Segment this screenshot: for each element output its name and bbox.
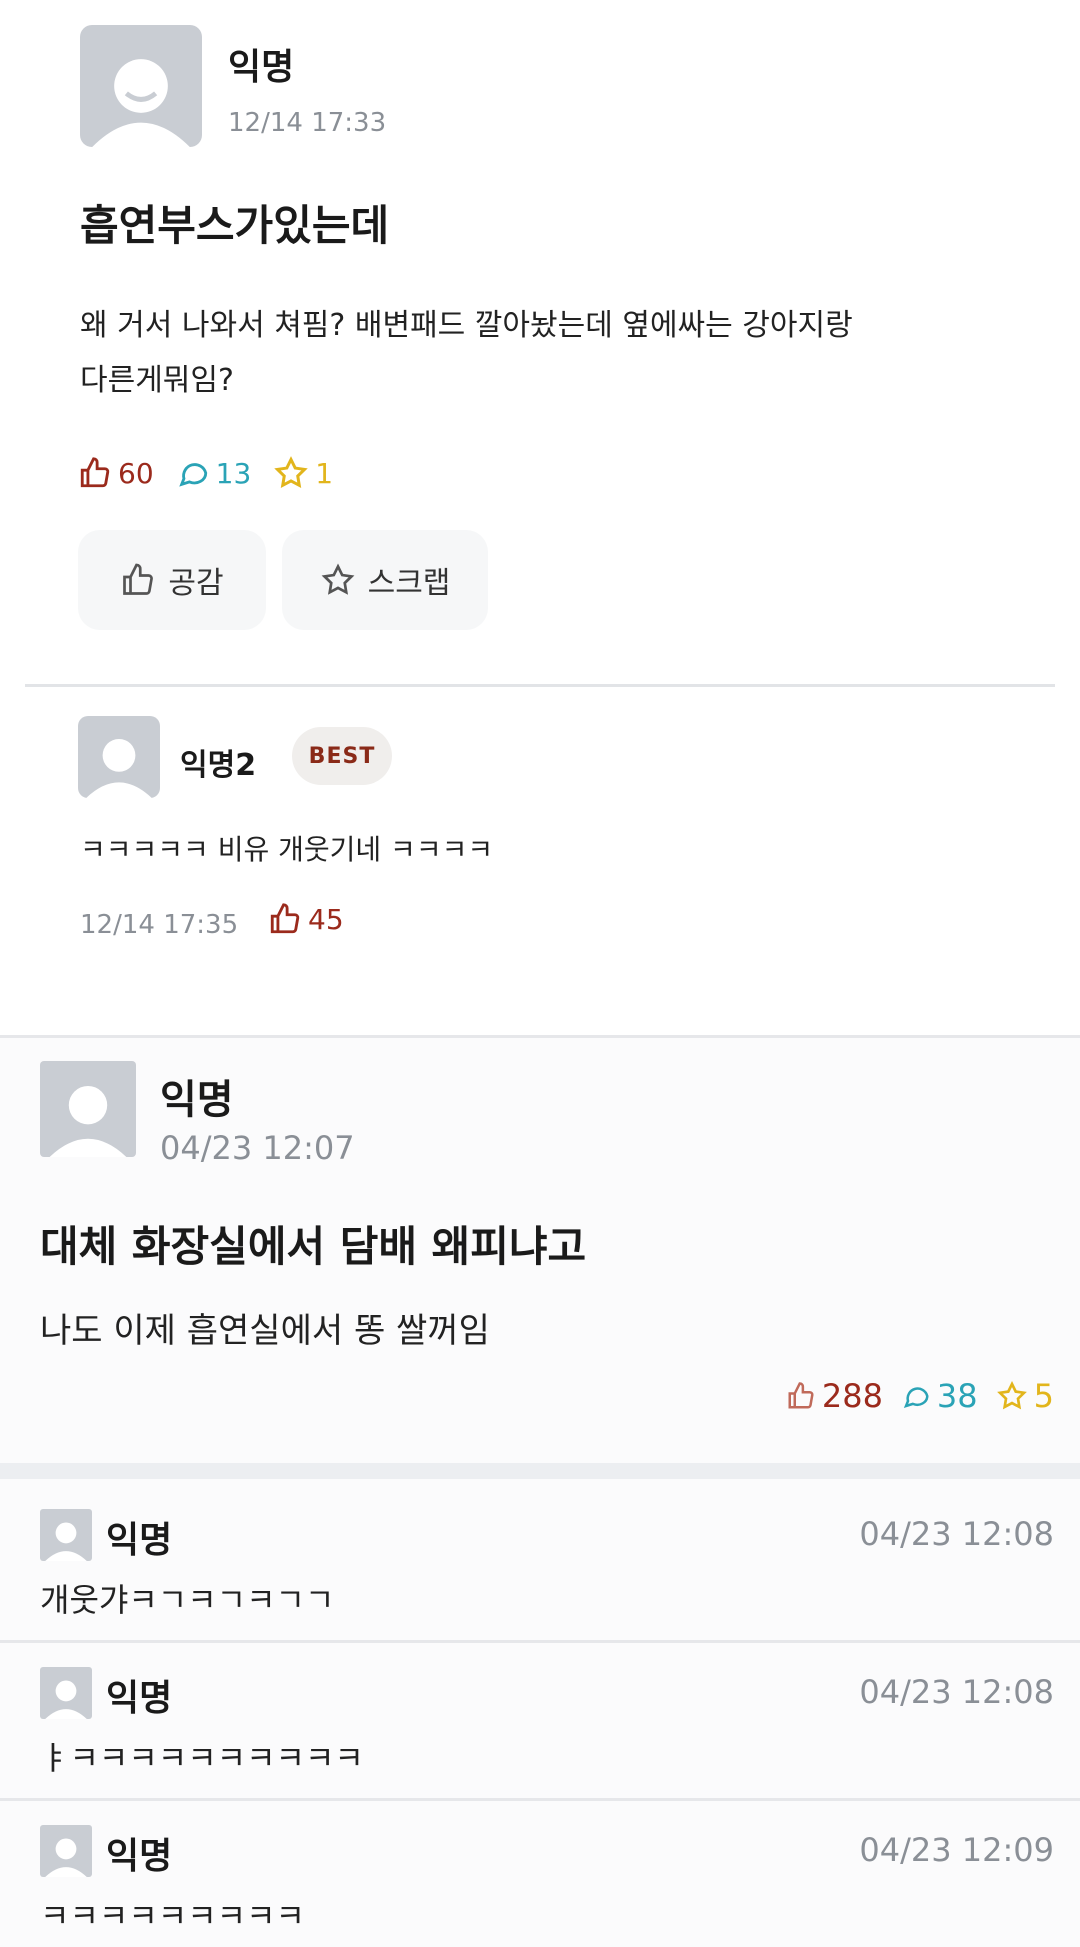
comment-author: 익명	[106, 1678, 173, 1719]
speech-bubble-icon	[178, 463, 207, 487]
post-body: 나도 이제 흡연실에서 똥 쌀꺼임	[40, 1311, 490, 1351]
post-body-line2: 다른게뭐임?	[80, 363, 234, 398]
thumbs-up-icon	[123, 563, 154, 595]
post-title: 대체 화장실에서 담배 왜피냐고	[40, 1222, 587, 1271]
comment-author: 익명2	[180, 748, 257, 783]
thumbs-up-icon	[788, 1382, 814, 1409]
post-datetime: 12/14 17:33	[228, 108, 387, 138]
comment-like-count[interactable]: 45	[268, 902, 344, 936]
comment-text: ㅋㅋㅋㅋㅋ 비유 개웃기네 ㅋㅋㅋㅋ	[80, 833, 494, 866]
comment-separator	[0, 1640, 1080, 1643]
avatar	[40, 1061, 136, 1157]
comment-separator	[0, 1798, 1080, 1801]
comment-text: ㅋㅋㅋㅋㅋㅋㅋㅋㅋ	[40, 1897, 305, 1935]
avatar	[40, 1667, 92, 1719]
post-title: 흡연부스가있는데	[80, 201, 390, 250]
comment-avatar	[78, 716, 160, 798]
user-avatar-icon	[45, 1522, 87, 1561]
post-stats: 288 38 5	[786, 1377, 1054, 1415]
post-body-line1: 왜 거서 나와서 쳐핌? 배변패드 깔아놨는데 옆에싸는 강아지랑	[80, 308, 853, 343]
scrap-count: 5	[996, 1377, 1054, 1415]
like-button[interactable]: 공감	[78, 530, 266, 630]
post-author: 익명	[160, 1077, 234, 1123]
comment-datetime: 04/23 12:08	[859, 1673, 1054, 1711]
section-divider	[25, 684, 1055, 687]
comment-count: 38	[901, 1377, 978, 1415]
best-badge: BEST	[292, 727, 392, 785]
section-band	[0, 1463, 1080, 1479]
comment-author: 익명	[106, 1520, 173, 1561]
avatar	[40, 1509, 92, 1561]
like-count: 60	[78, 455, 154, 491]
comment-datetime: 04/23 12:08	[859, 1515, 1054, 1553]
user-avatar-icon	[49, 1085, 127, 1157]
comment-datetime: 12/14 17:35	[80, 910, 239, 940]
top-border	[0, 1035, 1080, 1038]
thumbs-up-icon	[80, 457, 110, 488]
post-author: 익명	[228, 47, 295, 88]
star-icon	[274, 456, 308, 489]
avatar	[80, 25, 202, 147]
user-avatar-icon	[92, 59, 190, 147]
star-icon	[321, 563, 354, 595]
like-count: 288	[786, 1377, 883, 1415]
second-screenshot: 익명 04/23 12:07 대체 화장실에서 담배 왜피냐고 나도 이제 흡연…	[0, 1035, 1080, 1947]
user-avatar-icon	[86, 738, 152, 798]
star-icon	[996, 1380, 1027, 1410]
comment-datetime: 04/23 12:09	[859, 1831, 1054, 1869]
scrap-button[interactable]: 스크랩	[282, 530, 488, 630]
user-avatar-icon	[45, 1838, 87, 1877]
post-datetime: 04/23 12:07	[160, 1129, 355, 1167]
comment-text: 개웃갸ㅋㄱㅋㄱㅋㄱㄱ	[40, 1581, 335, 1619]
thumbs-up-icon	[270, 903, 300, 934]
post-stats: 60 13 1	[78, 455, 333, 491]
comment-text: ㅑㅋㅋㅋㅋㅋㅋㅋㅋㅋㅋ	[40, 1739, 364, 1777]
speech-bubble-icon	[903, 1387, 929, 1408]
scrap-count: 1	[273, 455, 333, 491]
user-avatar-icon	[45, 1680, 87, 1719]
comment-author: 익명	[106, 1836, 173, 1877]
comment-count: 13	[176, 455, 251, 491]
avatar	[40, 1825, 92, 1877]
